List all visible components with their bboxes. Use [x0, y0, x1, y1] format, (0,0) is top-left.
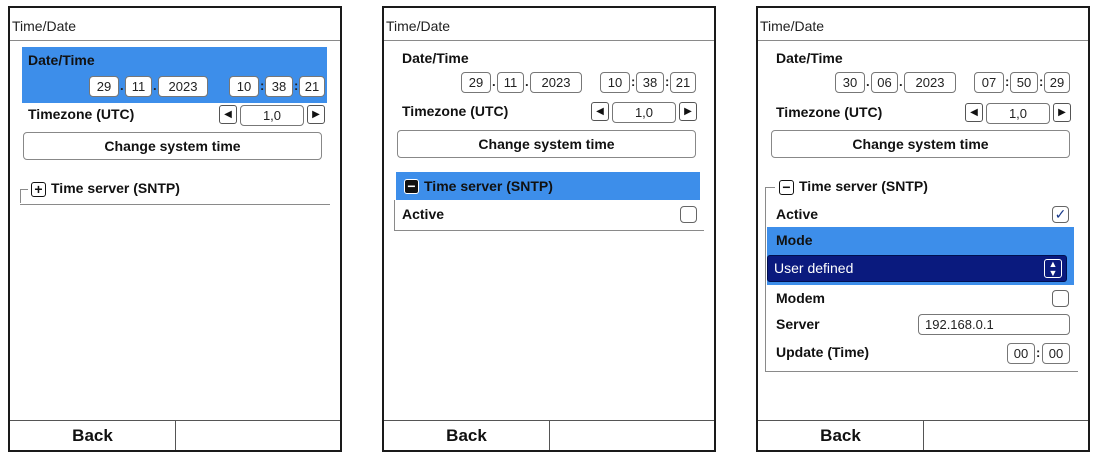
timezone-value[interactable]: 1,0	[612, 102, 676, 123]
sntp-label[interactable]: Time server (SNTP)	[424, 178, 553, 194]
day-field[interactable]: 29	[89, 76, 119, 97]
screen-2: Time/Date Date/Time 29 . 11 . 2023 10 : …	[382, 6, 716, 452]
timezone-label: Timezone (UTC)	[776, 104, 883, 120]
title-divider	[10, 40, 340, 41]
page-title: Time/Date	[760, 18, 825, 34]
timezone-increase-icon[interactable]: ▶	[307, 105, 325, 124]
time-separator: :	[294, 78, 299, 93]
day-field[interactable]: 30	[835, 72, 865, 93]
month-field[interactable]: 11	[125, 76, 152, 97]
minute-field[interactable]: 38	[265, 76, 293, 97]
year-field[interactable]: 2023	[530, 72, 582, 93]
timezone-decrease-icon[interactable]: ◀	[219, 105, 237, 124]
server-input[interactable]: 192.168.0.1	[918, 314, 1070, 335]
date-separator: .	[525, 74, 529, 89]
timezone-decrease-icon[interactable]: ◀	[591, 102, 609, 121]
mode-value: User defined	[774, 260, 854, 276]
time-separator: :	[1005, 74, 1010, 89]
day-field[interactable]: 29	[461, 72, 491, 93]
screen-3: Time/Date Date/Time 30 . 06 . 2023 07 : …	[756, 6, 1090, 452]
change-system-time-button[interactable]: Change system time	[771, 130, 1070, 158]
time-separator: :	[260, 78, 265, 93]
second-field[interactable]: 29	[1044, 72, 1070, 93]
minus-icon[interactable]: −	[779, 180, 794, 195]
year-field[interactable]: 2023	[158, 76, 208, 97]
modem-label: Modem	[776, 290, 825, 306]
spin-icon[interactable]: ▲ ▼	[1044, 259, 1062, 278]
minute-field[interactable]: 38	[636, 72, 664, 93]
title-divider	[758, 40, 1088, 41]
sntp-group-border	[394, 200, 395, 230]
active-checkbox[interactable]	[680, 206, 697, 223]
datetime-label: Date/Time	[776, 50, 843, 66]
sntp-label[interactable]: Time server (SNTP)	[51, 180, 180, 196]
mode-select[interactable]: User defined ▲ ▼	[767, 255, 1067, 282]
sntp-group-border	[20, 189, 28, 190]
footer-bar: Back	[10, 420, 340, 450]
footer-bar: Back	[758, 420, 1088, 450]
sntp-group-border	[765, 187, 766, 371]
date-separator: .	[492, 74, 496, 89]
back-button[interactable]: Back	[10, 421, 176, 450]
timezone-increase-icon[interactable]: ▶	[679, 102, 697, 121]
timezone-label: Timezone (UTC)	[28, 106, 135, 122]
page-title: Time/Date	[12, 18, 77, 34]
back-button[interactable]: Back	[384, 421, 550, 450]
sntp-group-border	[20, 204, 330, 205]
hour-field[interactable]: 10	[229, 76, 259, 97]
plus-icon[interactable]: +	[31, 182, 46, 197]
minus-icon[interactable]: −	[404, 179, 419, 194]
hour-field[interactable]: 10	[600, 72, 630, 93]
update-minute-field[interactable]: 00	[1042, 343, 1070, 364]
screen-1: Time/Date Date/Time 29 . 11 . 2023 10 : …	[8, 6, 342, 452]
date-separator: .	[899, 74, 903, 89]
timezone-value[interactable]: 1,0	[986, 103, 1050, 124]
year-field[interactable]: 2023	[904, 72, 956, 93]
page-title: Time/Date	[386, 18, 451, 34]
change-system-time-button[interactable]: Change system time	[23, 132, 322, 160]
time-separator: :	[665, 74, 670, 89]
modem-checkbox[interactable]	[1052, 290, 1069, 307]
update-time-label: Update (Time)	[776, 344, 870, 360]
active-label: Active	[776, 206, 819, 222]
timezone-decrease-icon[interactable]: ◀	[965, 103, 983, 122]
update-hour-field[interactable]: 00	[1007, 343, 1035, 364]
softkey-right[interactable]	[176, 421, 340, 450]
softkey-right[interactable]	[924, 421, 1088, 450]
sntp-group-border	[765, 371, 1078, 372]
footer-bar: Back	[384, 420, 714, 450]
sntp-label[interactable]: Time server (SNTP)	[799, 178, 928, 194]
second-field[interactable]: 21	[299, 76, 325, 97]
date-separator: .	[120, 78, 124, 93]
time-separator: :	[1039, 74, 1044, 89]
date-separator: .	[866, 74, 870, 89]
minute-field[interactable]: 50	[1010, 72, 1038, 93]
month-field[interactable]: 06	[871, 72, 898, 93]
timezone-label: Timezone (UTC)	[402, 103, 509, 119]
timezone-value[interactable]: 1,0	[240, 105, 304, 126]
mode-label: Mode	[776, 232, 813, 248]
time-separator: :	[1036, 345, 1041, 360]
change-system-time-button[interactable]: Change system time	[397, 130, 696, 158]
server-label: Server	[776, 316, 820, 332]
back-button[interactable]: Back	[758, 421, 924, 450]
second-field[interactable]: 21	[670, 72, 696, 93]
timezone-increase-icon[interactable]: ▶	[1053, 103, 1071, 122]
title-divider	[384, 40, 714, 41]
sntp-group-border	[765, 187, 775, 188]
sntp-group-border	[20, 189, 21, 203]
datetime-label: Date/Time	[402, 50, 469, 66]
active-checkbox[interactable]: ✓	[1052, 206, 1069, 223]
softkey-right[interactable]	[550, 421, 714, 450]
time-separator: :	[631, 74, 636, 89]
sntp-group-border	[394, 230, 704, 231]
hour-field[interactable]: 07	[974, 72, 1004, 93]
month-field[interactable]: 11	[497, 72, 524, 93]
date-separator: .	[153, 78, 157, 93]
datetime-label: Date/Time	[28, 52, 95, 68]
active-label: Active	[402, 206, 445, 222]
